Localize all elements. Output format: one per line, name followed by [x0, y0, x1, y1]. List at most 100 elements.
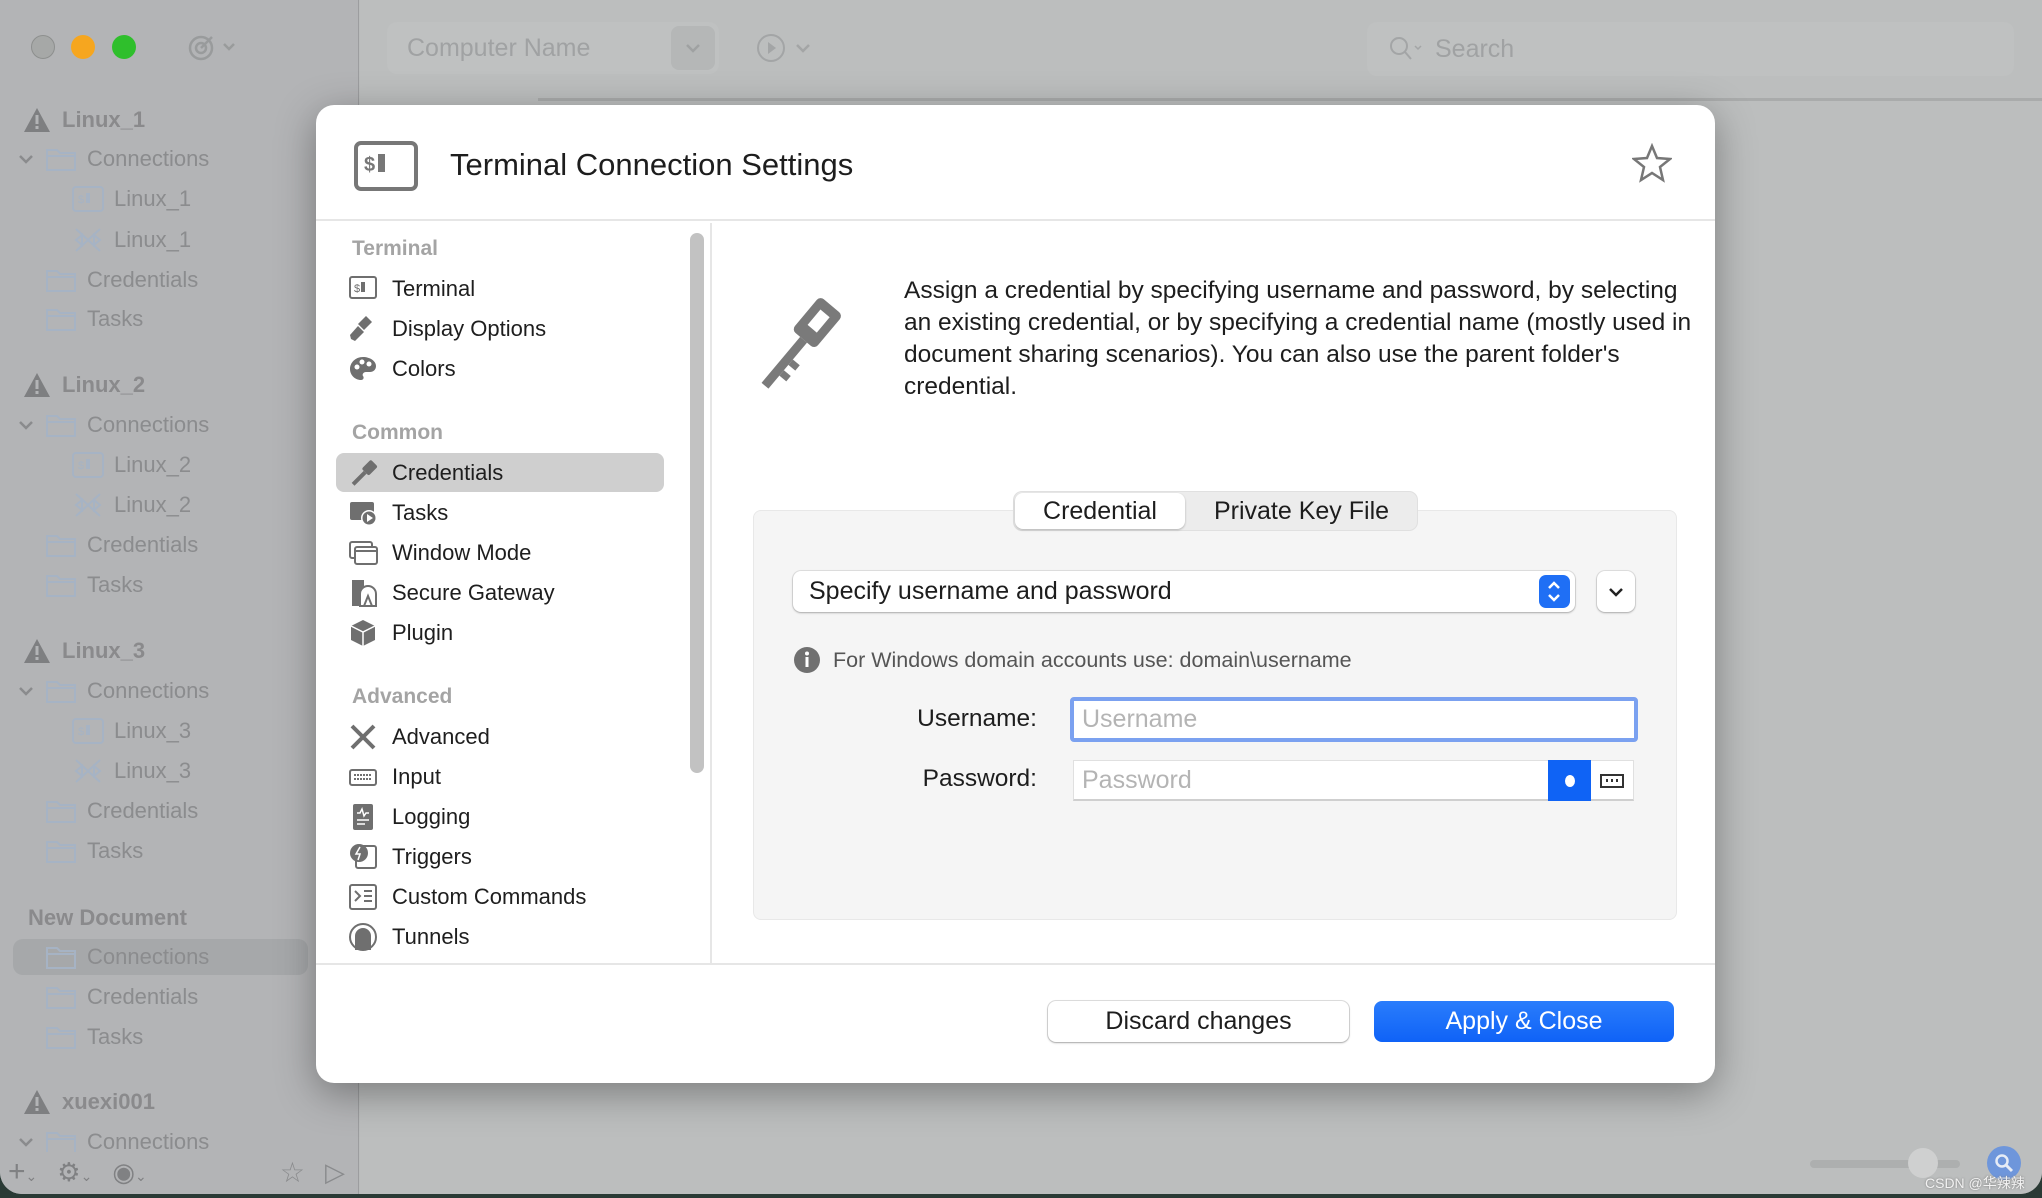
tree-item[interactable]: Tasks	[0, 1019, 143, 1055]
tree-item-label: Credentials	[87, 532, 199, 557]
tree-document[interactable]: Linux_3	[0, 633, 145, 669]
play-icon[interactable]: ▷	[325, 1157, 345, 1188]
ssh-icon	[74, 493, 102, 517]
add-button[interactable]: +⌄	[8, 1155, 37, 1189]
folder-icon	[46, 801, 76, 823]
nav-item-logging[interactable]: Logging	[336, 797, 664, 836]
tree-item[interactable]: Linux_3	[0, 753, 191, 789]
tree-item[interactable]: Credentials	[0, 793, 198, 829]
computer-name-dropdown[interactable]	[671, 26, 715, 70]
nav-item-triggers[interactable]: Triggers	[336, 837, 664, 876]
tree-item[interactable]: Tasks	[0, 301, 143, 337]
tree-item[interactable]: Tasks	[0, 567, 143, 603]
tree-item-label: New Document	[28, 905, 187, 930]
search-field[interactable]: Search	[1367, 22, 2014, 76]
tree-document[interactable]: Linux_1	[0, 102, 145, 138]
folder-icon	[46, 947, 76, 969]
nav-item-terminal[interactable]: $ Terminal	[336, 269, 664, 308]
disclosure-chevron-icon[interactable]	[18, 420, 34, 430]
svg-text:$: $	[78, 460, 84, 472]
nav-item-advanced[interactable]: Advanced	[336, 717, 664, 756]
gateway-icon	[352, 579, 377, 607]
palette-icon	[350, 356, 376, 380]
nav-section-advanced: Advanced	[352, 685, 453, 708]
favorite-star-icon[interactable]	[1632, 143, 1672, 183]
tree-item[interactable]: Credentials	[0, 979, 198, 1015]
tree-item-label: Tasks	[87, 306, 144, 331]
sync-button[interactable]: ◉⌄	[112, 1157, 146, 1188]
tree-document[interactable]: New Document	[0, 900, 187, 936]
nav-item-tunnels[interactable]: Tunnels	[336, 917, 664, 956]
nav-item-label: Plugin	[392, 619, 454, 645]
nav-item-display-options[interactable]: Display Options	[336, 309, 664, 348]
gear-button[interactable]: ⚙⌄	[57, 1157, 92, 1188]
nav-item-secure-gateway[interactable]: Secure Gateway	[336, 573, 664, 612]
warning-icon	[24, 1090, 50, 1114]
credential-mode-select[interactable]: Specify username and password	[793, 571, 1575, 612]
select-stepper	[1539, 575, 1570, 608]
tree-item[interactable]: Linux_2	[0, 487, 191, 523]
folder-icon	[46, 681, 76, 703]
username-field[interactable]: Username	[1070, 697, 1638, 742]
tree-item-label: Credentials	[87, 984, 199, 1009]
tree-item[interactable]: Credentials	[0, 262, 198, 298]
tree-item[interactable]: $ Linux_1	[0, 181, 191, 217]
nav-item-label: Tunnels	[392, 923, 470, 949]
tree-item-label: Linux_1	[114, 227, 192, 252]
key-icon	[761, 298, 841, 389]
disclosure-chevron-icon[interactable]	[18, 686, 34, 696]
tree-item[interactable]: Connections	[0, 407, 209, 443]
credential-options-button[interactable]	[1597, 571, 1635, 612]
dialog-header: $ Terminal Connection Settings	[316, 105, 1715, 221]
tree-item[interactable]: Connections	[0, 673, 209, 709]
tree-item-label: xuexi001	[62, 1089, 155, 1114]
username-placeholder: Username	[1082, 705, 1198, 733]
tree-item[interactable]: Linux_1	[0, 222, 191, 258]
folder-icon	[46, 987, 76, 1009]
disclosure-chevron-icon[interactable]	[18, 1137, 34, 1147]
nav-item-input[interactable]: Input	[336, 757, 664, 796]
show-password-button[interactable]	[1548, 760, 1591, 801]
tree-item-label: Tasks	[87, 838, 144, 863]
nav-item-plugin[interactable]: Plugin	[336, 613, 664, 652]
tab-private-key-file[interactable]: Private Key File	[1186, 492, 1417, 530]
nav-item-window-mode[interactable]: Window Mode	[336, 533, 664, 572]
tree-item[interactable]: $ Linux_2	[0, 447, 191, 483]
nav-item-label: Window Mode	[392, 539, 532, 565]
disclosure-chevron-icon[interactable]	[18, 154, 34, 164]
nav-scrollbar[interactable]	[684, 223, 712, 963]
watermark: CSDN @华辣辣	[1925, 1175, 2025, 1191]
dialog-title: Terminal Connection Settings	[450, 147, 854, 182]
connect-button[interactable]	[755, 32, 811, 64]
tree-item[interactable]: Connections	[13, 939, 308, 975]
nav-item-credentials[interactable]: Credentials	[336, 453, 664, 492]
tree-item-label: Linux_1	[114, 186, 192, 211]
apply-close-button[interactable]: Apply & Close	[1374, 1001, 1674, 1042]
nav-item-colors[interactable]: Colors	[336, 349, 664, 388]
nav-scrollbar-thumb[interactable]	[690, 233, 704, 773]
up-down-chevron-icon	[1548, 581, 1560, 602]
discard-changes-button[interactable]: Discard changes	[1048, 1001, 1349, 1042]
folder-icon	[46, 1027, 76, 1049]
search-placeholder: Search	[1435, 34, 1515, 63]
tree-item-label: Linux_1	[62, 107, 146, 132]
credential-mode-value: Specify username and password	[809, 577, 1172, 605]
nav-item-tasks[interactable]: Tasks	[336, 493, 664, 532]
password-keyboard-button[interactable]	[1591, 760, 1633, 801]
tree-document[interactable]: Linux_2	[0, 367, 145, 403]
svg-text:$: $	[78, 194, 84, 206]
tree-document[interactable]: xuexi001	[0, 1084, 155, 1120]
tree-item[interactable]: Connections	[0, 141, 209, 177]
tree-item[interactable]: Credentials	[0, 527, 198, 563]
tab-credential[interactable]: Credential	[1015, 493, 1185, 529]
tree-item[interactable]: $ Linux_3	[0, 713, 191, 749]
tree-item[interactable]: Tasks	[0, 833, 143, 869]
terminal-icon: $	[349, 275, 377, 299]
window-icon	[349, 540, 378, 565]
tree-item[interactable]: Connections	[0, 1124, 209, 1152]
nav-item-custom-commands[interactable]: Custom Commands	[336, 877, 664, 916]
computer-name-combobox[interactable]: Computer Name	[387, 22, 719, 74]
tree-item-label: Linux_2	[114, 452, 192, 477]
favorite-star-icon[interactable]: ☆	[280, 1156, 305, 1189]
password-field[interactable]: Password	[1073, 760, 1634, 801]
